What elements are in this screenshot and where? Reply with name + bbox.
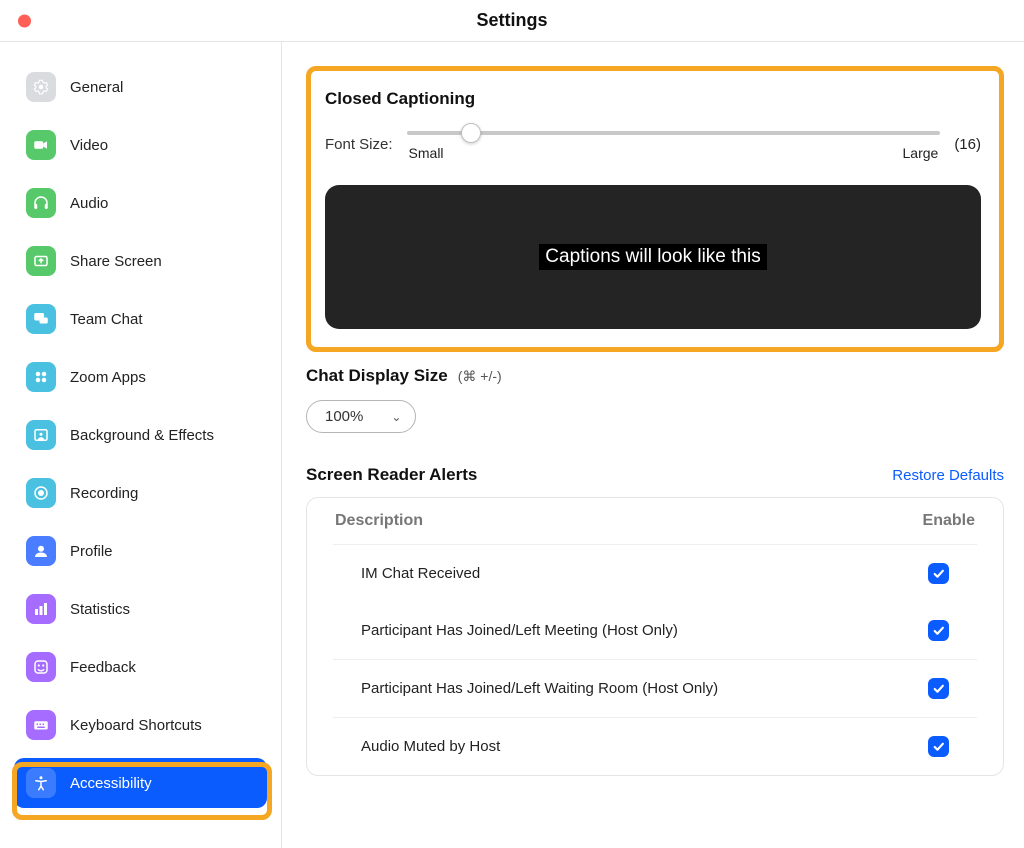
alert-row: Participant Has Joined/Left Waiting Room… — [333, 659, 977, 717]
chat-display-title: Chat Display Size — [306, 366, 448, 386]
chat-icon — [26, 304, 56, 334]
col-description: Description — [335, 512, 423, 530]
sidebar-item-label: Keyboard Shortcuts — [70, 717, 202, 734]
sidebar-item-label: Recording — [70, 485, 138, 502]
tutorial-highlight-cc: Closed Captioning Font Size: Small Large… — [306, 66, 1004, 352]
sidebar: General Video Audio Share Screen Team Chat Zo… — [0, 42, 282, 848]
alert-description: Participant Has Joined/Left Waiting Room… — [361, 680, 718, 697]
alert-enable-checkbox[interactable] — [928, 678, 949, 699]
font-size-value: (16) — [954, 136, 981, 153]
sidebar-item-label: Accessibility — [70, 775, 152, 792]
screen-reader-alerts-title: Screen Reader Alerts — [306, 465, 477, 485]
sidebar-item-label: Feedback — [70, 659, 136, 676]
col-enable: Enable — [923, 512, 975, 530]
gear-icon — [26, 72, 56, 102]
slider-max-label: Large — [903, 145, 939, 161]
alert-enable-checkbox[interactable] — [928, 563, 949, 584]
sidebar-item-label: Share Screen — [70, 253, 162, 270]
sidebar-item-label: Background & Effects — [70, 427, 214, 444]
sidebar-item-apps[interactable]: Zoom Apps — [14, 352, 267, 402]
sidebar-item-stats[interactable]: Statistics — [14, 584, 267, 634]
rec-icon — [26, 478, 56, 508]
sidebar-item-label: Audio — [70, 195, 108, 212]
sidebar-item-audio[interactable]: Audio — [14, 178, 267, 228]
chat-display-size-value: 100% — [325, 408, 363, 425]
font-size-slider-thumb[interactable] — [461, 123, 481, 143]
restore-defaults-link[interactable]: Restore Defaults — [892, 467, 1004, 484]
video-icon — [26, 130, 56, 160]
accessibility-icon — [26, 768, 56, 798]
sidebar-item-feedback[interactable]: Feedback — [14, 642, 267, 692]
sidebar-item-general[interactable]: General — [14, 62, 267, 112]
sidebar-item-recording[interactable]: Recording — [14, 468, 267, 518]
sidebar-item-video[interactable]: Video — [14, 120, 267, 170]
font-size-label: Font Size: — [325, 136, 393, 153]
sidebar-item-label: Zoom Apps — [70, 369, 146, 386]
slider-min-label: Small — [409, 145, 444, 161]
sidebar-item-share[interactable]: Share Screen — [14, 236, 267, 286]
sidebar-item-label: Video — [70, 137, 108, 154]
caption-preview-text: Captions will look like this — [539, 244, 766, 270]
sidebar-item-accessibility[interactable]: Accessibility — [14, 758, 267, 808]
sidebar-item-label: General — [70, 79, 123, 96]
feedback-icon — [26, 652, 56, 682]
chat-display-shortcut: (⌘ +/-) — [458, 368, 502, 385]
alert-description: IM Chat Received — [361, 565, 480, 582]
apps-icon — [26, 362, 56, 392]
chat-display-size-select[interactable]: 100% ⌄ — [306, 400, 416, 433]
sidebar-item-label: Profile — [70, 543, 113, 560]
alert-row: IM Chat Received — [333, 544, 977, 602]
window-close-dot[interactable] — [18, 14, 31, 27]
titlebar: Settings — [0, 0, 1024, 42]
table-header: Description Enable — [307, 498, 1003, 544]
sidebar-item-keyboard[interactable]: Keyboard Shortcuts — [14, 700, 267, 750]
profile-icon — [26, 536, 56, 566]
sidebar-item-bg[interactable]: Background & Effects — [14, 410, 267, 460]
sidebar-item-profile[interactable]: Profile — [14, 526, 267, 576]
content-pane: Closed Captioning Font Size: Small Large… — [282, 42, 1024, 848]
caption-preview: Captions will look like this — [325, 185, 981, 329]
alert-description: Audio Muted by Host — [361, 738, 500, 755]
chevron-down-icon: ⌄ — [391, 410, 401, 424]
sidebar-item-label: Team Chat — [70, 311, 143, 328]
window-title: Settings — [476, 10, 547, 31]
keyboard-icon — [26, 710, 56, 740]
stats-icon — [26, 594, 56, 624]
alert-enable-checkbox[interactable] — [928, 620, 949, 641]
alert-enable-checkbox[interactable] — [928, 736, 949, 757]
cc-title: Closed Captioning — [325, 89, 981, 109]
share-icon — [26, 246, 56, 276]
font-size-slider[interactable]: Small Large — [407, 127, 941, 161]
alert-row: Participant Has Joined/Left Meeting (Hos… — [333, 602, 977, 659]
sidebar-item-chat[interactable]: Team Chat — [14, 294, 267, 344]
alert-description: Participant Has Joined/Left Meeting (Hos… — [361, 622, 678, 639]
screen-reader-alerts-table: Description Enable IM Chat Received Parti… — [306, 497, 1004, 776]
bg-icon — [26, 420, 56, 450]
sidebar-item-label: Statistics — [70, 601, 130, 618]
alert-row: Audio Muted by Host — [333, 717, 977, 775]
headphones-icon — [26, 188, 56, 218]
